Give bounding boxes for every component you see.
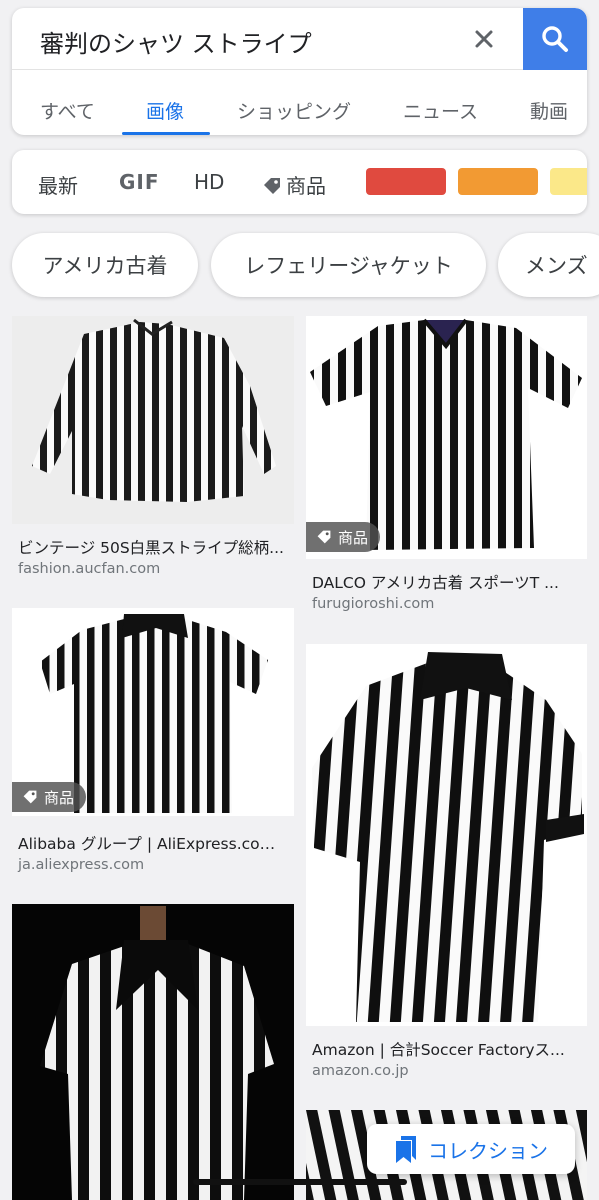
filter-products[interactable]: 商品 [262, 170, 326, 199]
chip-referee-jacket[interactable]: レフェリージャケット [211, 233, 486, 297]
result-image [12, 316, 294, 524]
result-title: Amazon | 合計Soccer Factoryス... [312, 1041, 565, 1059]
result-source: ja.aliexpress.com [18, 857, 145, 873]
filter-recent[interactable]: 最新 [38, 170, 78, 199]
clear-button[interactable] [467, 22, 501, 56]
tab-shopping[interactable]: ショッピング [237, 97, 351, 124]
filter-products-label: 商品 [286, 174, 326, 198]
search-bar: 審判のシャツ ストライプ [12, 8, 587, 70]
close-icon [475, 30, 493, 48]
search-icon [542, 26, 568, 52]
result-image [306, 644, 587, 1026]
result-image: 商品 [12, 608, 294, 816]
color-swatch-orange[interactable] [458, 168, 538, 195]
home-indicator [193, 1179, 407, 1185]
image-result[interactable]: 商品 DALCO アメリカ古着 スポーツT ... furugioroshi.c… [306, 316, 587, 616]
result-source: fashion.aucfan.com [18, 561, 161, 577]
color-swatch-yellow[interactable] [550, 168, 587, 195]
result-source: furugioroshi.com [312, 596, 435, 612]
product-badge-label: 商品 [44, 788, 75, 807]
result-title: ビンテージ 50S白黒ストライプ総柄... [18, 539, 284, 557]
search-card: 審判のシャツ ストライプ すべて 画像 ショッピング ニュース 動画 [12, 8, 587, 135]
striped-shirt-on-mannequin-image [12, 904, 294, 1200]
color-swatch-red[interactable] [366, 168, 446, 195]
striped-referee-shirt-image [306, 644, 587, 1026]
product-badge-label: 商品 [338, 528, 369, 547]
result-title: DALCO アメリカ古着 スポーツT ... [312, 574, 559, 592]
tab-all[interactable]: すべて [40, 97, 95, 124]
chip-american-vintage[interactable]: アメリカ古着 [12, 233, 198, 297]
filter-hd[interactable]: HD [194, 170, 224, 194]
result-image [12, 904, 294, 1200]
image-result[interactable]: ビンテージ 50S白黒ストライプ総柄... fashion.aucfan.com [12, 316, 294, 586]
tab-images[interactable]: 画像 [146, 97, 184, 124]
active-tab-indicator [122, 132, 210, 135]
image-result[interactable]: Amazon | 合計Soccer Factoryス... amazon.co.… [306, 644, 587, 1094]
search-input[interactable]: 審判のシャツ ストライプ [40, 24, 312, 59]
collection-button-label: コレクション [428, 1138, 548, 1163]
search-button[interactable] [523, 8, 587, 70]
tag-icon [317, 530, 331, 544]
product-badge: 商品 [12, 782, 87, 812]
search-tabs: すべて 画像 ショッピング ニュース 動画 [12, 70, 587, 135]
result-title: Alibaba グループ | AliExpress.com... [18, 835, 288, 853]
filter-gif[interactable]: GIF [119, 170, 160, 194]
chip-mens[interactable]: メンズ [498, 233, 599, 297]
tab-news[interactable]: ニュース [403, 97, 478, 124]
result-source: amazon.co.jp [312, 1063, 409, 1079]
tag-icon [23, 790, 37, 804]
image-result[interactable]: 商品 Alibaba グループ | AliExpress.com... ja.a… [12, 608, 294, 878]
product-badge: 商品 [306, 522, 381, 552]
result-image: 商品 [306, 316, 587, 559]
tag-icon [264, 178, 280, 194]
image-result[interactable] [12, 904, 294, 1200]
striped-longsleeve-shirt-image [12, 316, 294, 524]
filter-bar: 最新 GIF HD 商品 [12, 150, 587, 214]
bookmark-collection-icon [396, 1136, 416, 1163]
tab-videos[interactable]: 動画 [530, 97, 568, 124]
collection-button[interactable]: コレクション [367, 1124, 575, 1174]
